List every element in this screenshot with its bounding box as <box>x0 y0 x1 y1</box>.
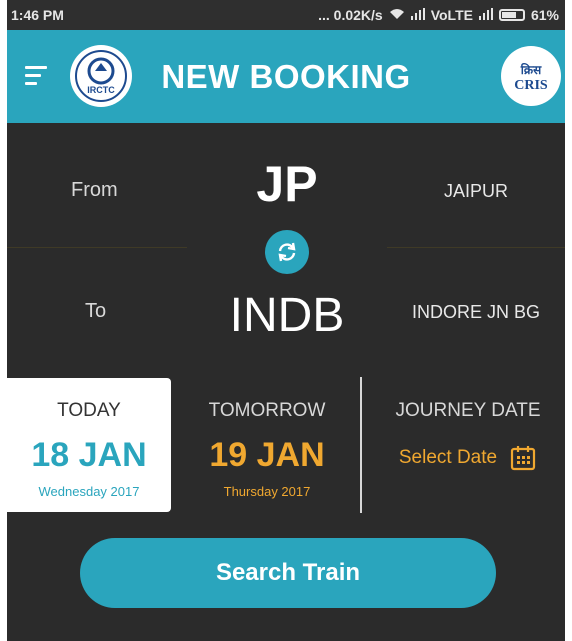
date-tomorrow-card[interactable]: TOMORROW 19 JAN Thursday 2017 <box>187 378 347 512</box>
battery-level: 61% <box>530 7 559 23</box>
wifi-icon <box>389 7 405 23</box>
status-indicators: ... 0.02K/s VoLTE 61% <box>318 7 559 23</box>
app-frame: 1:46 PM ... 0.02K/s VoLTE 61% IRCTC NEW … <box>7 0 565 641</box>
signal-icon <box>410 7 425 23</box>
date-divider <box>360 377 362 513</box>
page-title: NEW BOOKING <box>161 58 411 95</box>
today-label: TODAY <box>57 400 121 421</box>
to-row[interactable]: To INDB INDORE JN BG <box>7 260 565 370</box>
select-date-label: Select Date <box>398 447 498 468</box>
to-label: To <box>85 300 107 322</box>
today-date: 18 JAN <box>31 436 147 474</box>
journey-date-card[interactable]: JOURNEY DATE Select Date <box>371 378 565 512</box>
journey-date-label: JOURNEY DATE <box>395 400 541 421</box>
to-station-code[interactable]: INDB <box>187 288 387 343</box>
to-station-city[interactable]: INDORE JN BG <box>387 302 565 323</box>
battery-icon <box>498 9 525 21</box>
divider-left <box>7 247 187 248</box>
from-label: From <box>71 179 118 201</box>
status-time: 1:46 PM <box>11 7 64 23</box>
cris-logo: क्रिस CRIS <box>501 46 561 106</box>
tomorrow-day: Thursday 2017 <box>223 484 311 499</box>
calendar-icon <box>511 446 536 471</box>
date-today-card[interactable]: TODAY 18 JAN Wednesday 2017 <box>7 378 171 512</box>
app-header: IRCTC NEW BOOKING क्रिस CRIS <box>7 30 565 123</box>
today-day: Wednesday 2017 <box>38 484 140 499</box>
divider-right <box>387 247 565 248</box>
from-station-city[interactable]: JAIPUR <box>387 181 565 202</box>
from-station-code[interactable]: JP <box>187 155 387 213</box>
cris-logo-text: CRIS <box>514 78 548 93</box>
search-train-button[interactable]: Search Train <box>80 538 496 608</box>
network-speed: ... 0.02K/s <box>318 7 383 23</box>
carrier-label: VoLTE <box>430 7 473 23</box>
tomorrow-date: 19 JAN <box>209 436 325 474</box>
status-bar: 1:46 PM ... 0.02K/s VoLTE 61% <box>7 0 565 30</box>
select-date-button[interactable]: Select Date <box>371 444 565 472</box>
signal-icon-2 <box>478 7 493 23</box>
cris-logo-hindi: क्रिस <box>520 63 542 77</box>
tomorrow-label: TOMORROW <box>208 400 326 421</box>
